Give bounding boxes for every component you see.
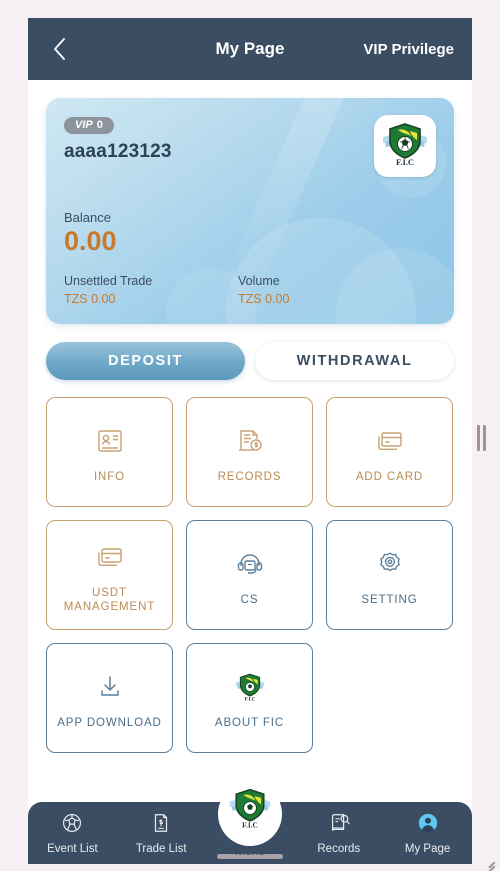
tile-about-fic[interactable]: F.I.C ABOUT FIC [186,643,313,753]
tile-add-card[interactable]: ADD CARD [326,397,453,507]
app-header: My Page VIP Privilege [28,18,472,80]
nav-label: Menu [234,844,265,858]
id-card-icon [95,421,125,461]
chevron-left-icon [53,38,66,60]
card-brand-logo: F.I.C [374,115,436,177]
bottom-navigation: Event List Trade List F.I.C Menu Records… [28,782,472,864]
tile-app-download[interactable]: APP DOWNLOAD [46,643,173,753]
menu-grid: INFO RECORDS ADD CARD USDT MANAGEMENT CS… [46,397,454,753]
balance-value: 0.00 [64,226,117,256]
fic-shield-logo-icon: F.I.C [226,784,274,832]
stat-label: Volume [238,274,280,288]
balance-card: VIP 0 aaaa123123 Balance 0.00 Unsettled … [46,98,454,324]
nav-label: Trade List [135,842,187,855]
app-root: My Page VIP Privilege VIP 0 aaaa123123 B… [0,0,500,871]
tile-label: CS [240,593,259,606]
tile-label: USDT MANAGEMENT [63,586,156,613]
nav-item-menu[interactable]: F.I.C Menu [206,788,295,864]
tile-label: RECORDS [217,470,282,483]
svg-text:F.I.C: F.I.C [244,696,255,702]
tile-label: ABOUT FIC [214,716,285,729]
document-dollar-icon [235,421,265,461]
tile-usdt-management[interactable]: USDT MANAGEMENT [46,520,173,630]
nav-item-event-list[interactable]: Event List [28,802,117,864]
back-button[interactable] [46,36,72,62]
tile-label: APP DOWNLOAD [57,716,162,729]
phone-viewport: My Page VIP Privilege VIP 0 aaaa123123 B… [28,18,472,864]
action-buttons: DEPOSIT WITHDRAWAL [46,342,454,380]
stat-label: Unsettled Trade [64,274,153,288]
stat-value: TZS 0.00 [238,292,290,306]
credit-cards-icon [95,537,125,577]
drag-bar [482,425,486,451]
receipt-dollar-icon [150,812,172,839]
vip-badge: VIP 0 [64,117,114,134]
nav-item-my-page[interactable]: My Page [383,802,472,864]
tile-label: INFO [93,470,126,483]
vip-privilege-link[interactable]: VIP Privilege [363,41,454,58]
svg-text:F.I.C: F.I.C [242,820,258,829]
headset-icon [235,544,265,584]
book-search-icon [328,812,350,839]
svg-text:F.I.C: F.I.C [396,157,414,167]
tile-records[interactable]: RECORDS [186,397,313,507]
drag-bar [476,425,480,451]
user-avatar-icon [417,812,439,839]
nav-item-trade-list[interactable]: Trade List [117,802,206,864]
panel-drag-handle[interactable] [476,425,486,451]
nav-label: Event List [47,842,98,855]
deposit-button[interactable]: DEPOSIT [46,342,245,380]
vip-badge-level: 0 [96,119,103,131]
fic-shield-logo-icon: F.I.C [380,121,430,172]
page-body: VIP 0 aaaa123123 Balance 0.00 Unsettled … [28,98,472,864]
withdrawal-button[interactable]: WITHDRAWAL [255,342,454,380]
resize-grip-icon[interactable] [480,851,496,871]
card-stats-row: Unsettled Trade TZS 0.00 Volume TZS 0.00 [64,274,436,306]
tile-label: ADD CARD [355,470,424,483]
nav-item-records[interactable]: Records [294,802,383,864]
balance-label: Balance [64,210,111,225]
nav-label: Records [317,842,361,855]
tile-cs[interactable]: CS [186,520,313,630]
credit-cards-icon [375,421,405,461]
tile-info[interactable]: INFO [46,397,173,507]
download-icon [95,667,125,707]
stat-unsettled-trade: Unsettled Trade TZS 0.00 [64,274,238,306]
fic-shield-logo-icon: F.I.C [234,667,266,707]
gear-icon [375,544,405,584]
stat-value: TZS 0.00 [64,292,116,306]
stat-volume: Volume TZS 0.00 [238,274,412,306]
tile-setting[interactable]: SETTING [326,520,453,630]
tile-label: SETTING [361,593,418,606]
nav-label: My Page [404,842,451,855]
soccer-ball-icon [61,812,83,839]
vip-badge-word: VIP [75,119,93,131]
